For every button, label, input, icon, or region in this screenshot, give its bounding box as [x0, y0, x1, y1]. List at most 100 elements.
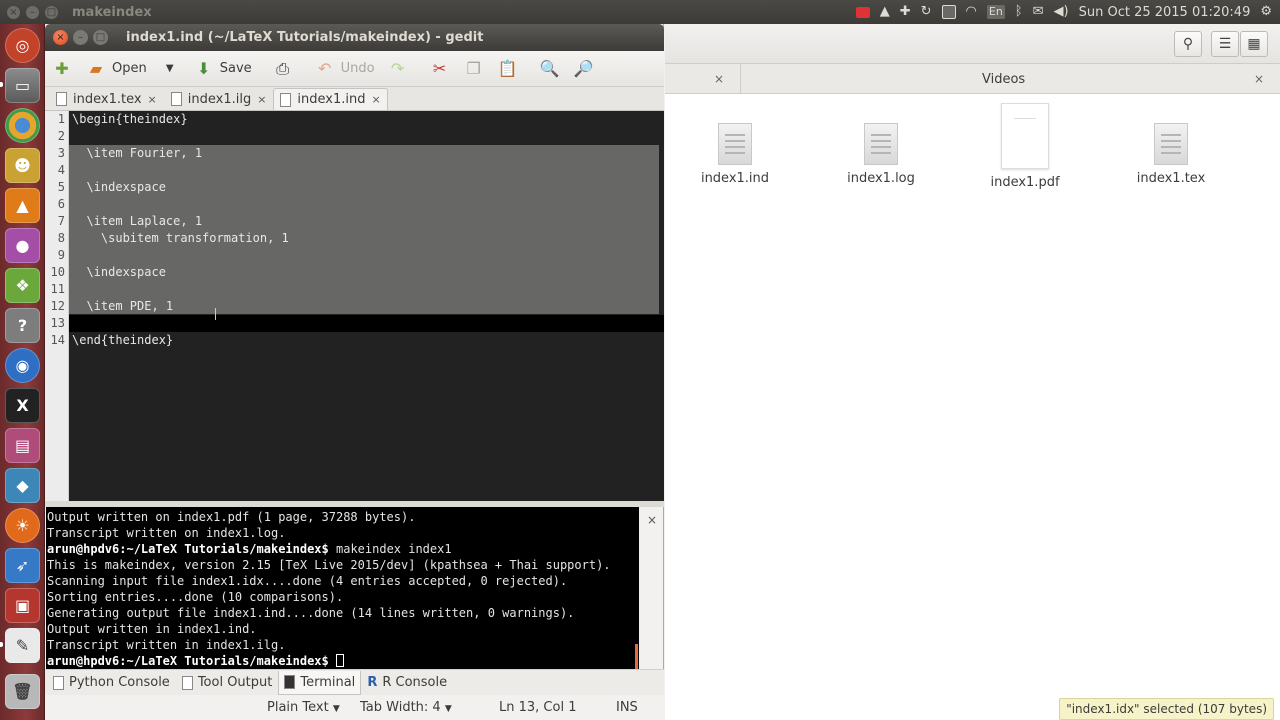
wifi-icon[interactable]: ◠ — [966, 0, 977, 24]
clock[interactable]: Sun Oct 25 2015 01:20:49 — [1079, 5, 1251, 20]
terminal-scrollbar[interactable] — [635, 644, 638, 669]
apps-icon[interactable]: ❖ — [5, 268, 40, 303]
puzzle-icon[interactable]: ✚ — [900, 0, 911, 24]
grid-view-icon[interactable]: ▦ — [1240, 31, 1268, 57]
line-number: 7 — [57, 214, 65, 228]
r-icon: R — [367, 675, 378, 690]
close-icon[interactable]: × — [372, 93, 381, 106]
chromium-icon[interactable] — [5, 108, 40, 143]
dropbox-icon[interactable]: ▲ — [880, 0, 890, 24]
text-editor-icon[interactable]: ✎ — [5, 628, 40, 663]
code-area[interactable]: \begin{theindex} \item Fourier, 1 \index… — [69, 111, 664, 501]
line-number: 5 — [57, 180, 65, 194]
replace-button[interactable]: 🔎 — [567, 54, 601, 84]
new-button[interactable]: ✚ — [45, 54, 79, 84]
terminal-text: makeindex index1 — [328, 542, 452, 556]
mail-icon[interactable]: ✉ — [1033, 0, 1044, 24]
terminal-cursor — [336, 654, 344, 667]
tab-videos[interactable]: Videos — [982, 64, 1025, 94]
tool-icon — [181, 675, 193, 690]
tab-index1-tex[interactable]: index1.tex × — [49, 88, 164, 110]
file-index1-tex[interactable]: index1.tex — [1111, 123, 1231, 186]
recorder-icon[interactable] — [855, 6, 870, 18]
bluetooth-icon[interactable]: ᛒ — [1015, 0, 1023, 24]
top-panel: × – □ makeindex ▲ ✚ ↻ ◠ En ᛒ ✉ ◀) Sun Oc… — [0, 0, 1280, 24]
vlc-icon[interactable]: ▲ — [5, 188, 40, 223]
close-icon[interactable]: × — [647, 513, 657, 527]
folder-icon: ▰ — [89, 59, 103, 78]
trash-icon[interactable]: 🗑 — [5, 674, 40, 709]
line-number: 13 — [50, 316, 65, 330]
close-icon[interactable]: × — [1254, 72, 1264, 86]
update-icon[interactable]: ↻ — [921, 0, 932, 24]
calendar-app-icon[interactable]: ▤ — [5, 428, 40, 463]
fish-app-icon[interactable]: ➶ — [5, 548, 40, 583]
terminal-line: arun@hpdv6:~/LaTeX Tutorials/makeindex$ … — [47, 541, 452, 557]
terminal-text: Output written on index1.pdf (1 page, 37… — [47, 510, 416, 524]
launcher: ◎ ▭ ☻ ▲ ● ❖ ? ◉ X ▤ ◆ ☀ ➶ ▣ ✎ 🗑 — [0, 24, 45, 720]
blue-app-icon[interactable]: ◉ — [5, 348, 40, 383]
keyboard-layout-icon[interactable]: En — [986, 5, 1005, 19]
text-editor[interactable]: 1 2 3 4 5 6 7 8 9 10 11 12 13 14 \begin{theindex} \it… — [45, 111, 664, 501]
tab-tool-output[interactable]: Tool Output — [176, 671, 279, 695]
gedit-window: × – □ index1.ind (~/LaTeX Tutorials/make… — [45, 24, 664, 720]
close-icon[interactable]: × — [53, 30, 68, 45]
terminal-icon — [284, 675, 296, 689]
search-button[interactable]: 🔍 — [533, 54, 567, 84]
chevron-down-icon: ▼ — [444, 704, 452, 714]
gear-icon[interactable]: ⚙ — [1260, 0, 1272, 24]
close-icon[interactable]: × — [257, 93, 266, 106]
minimize-icon[interactable]: – — [26, 5, 39, 19]
terminal-text: Transcript written in index1.ilg. — [47, 638, 286, 652]
file-index1-ind[interactable]: index1.ind — [675, 123, 795, 186]
terminal-text: This is makeindex, version 2.15 [TeX Liv… — [47, 558, 611, 572]
tab-r-console[interactable]: R R Console — [361, 671, 453, 695]
print-button[interactable]: ⎙ — [266, 54, 300, 84]
firefox-icon[interactable]: ☀ — [5, 508, 40, 543]
code-line: \item PDE, 1 — [72, 299, 174, 313]
open-recent-dropdown[interactable]: ▼ — [153, 54, 187, 84]
tab-width-selector[interactable]: Tab Width: 4 ▼ — [360, 700, 452, 715]
language-selector[interactable]: Plain Text ▼ — [267, 700, 340, 715]
copy-button[interactable]: ❐ — [457, 54, 491, 84]
file-index1-log[interactable]: index1.log — [821, 123, 941, 186]
printer-icon: ⎙ — [276, 58, 290, 78]
gimp-icon[interactable]: ☻ — [5, 148, 40, 183]
cut-button[interactable]: ✂ — [423, 54, 457, 84]
ubuntu-dash-icon[interactable]: ◎ — [5, 28, 40, 63]
save-button[interactable]: ⬇ Save — [187, 54, 258, 84]
file-index1-pdf[interactable]: index1.pdf — [965, 103, 1085, 190]
tab-python-console[interactable]: Python Console — [47, 671, 176, 695]
clipboard-icon[interactable] — [941, 5, 956, 19]
current-line-highlight — [69, 315, 664, 332]
list-view-icon[interactable]: ☰ — [1211, 31, 1239, 57]
paste-button[interactable]: 📋 — [491, 54, 525, 84]
tab-terminal[interactable]: Terminal — [278, 670, 362, 695]
tab-index1-ind[interactable]: index1.ind × — [273, 88, 388, 110]
close-icon[interactable]: × — [148, 93, 157, 106]
screen-recorder-icon[interactable]: ● — [5, 228, 40, 263]
file-view[interactable]: index1.ind index1.log index1.pdf index1.… — [665, 95, 1280, 720]
undo-icon: ↶ — [317, 59, 332, 78]
maximize-icon[interactable]: □ — [93, 30, 108, 45]
scissors-icon: ✂ — [432, 59, 447, 78]
line-number-gutter: 1 2 3 4 5 6 7 8 9 10 11 12 13 14 — [45, 111, 69, 501]
terminal-x-icon[interactable]: X — [5, 388, 40, 423]
status-bar: Plain Text ▼ Tab Width: 4 ▼ Ln 13, Col 1… — [45, 695, 664, 720]
help-icon[interactable]: ? — [5, 308, 40, 343]
cube-app-icon[interactable]: ◆ — [5, 468, 40, 503]
files-icon[interactable]: ▭ — [5, 68, 40, 103]
close-icon[interactable]: × — [714, 72, 724, 86]
presentation-icon[interactable]: ▣ — [5, 588, 40, 623]
redo-button[interactable]: ↷ — [381, 54, 415, 84]
open-button[interactable]: ▰ Open — [79, 54, 153, 84]
undo-button[interactable]: ↶ Undo — [308, 54, 381, 84]
close-icon[interactable]: × — [7, 5, 20, 19]
tab-index1-ilg[interactable]: index1.ilg × — [164, 88, 274, 110]
minimize-icon[interactable]: – — [73, 30, 88, 45]
volume-icon[interactable]: ◀) — [1054, 0, 1069, 24]
gedit-titlebar[interactable]: × – □ index1.ind (~/LaTeX Tutorials/make… — [45, 24, 664, 51]
search-icon[interactable]: ⚲ — [1174, 31, 1202, 57]
maximize-icon[interactable]: □ — [45, 5, 58, 19]
terminal[interactable]: Output written on index1.pdf (1 page, 37… — [46, 507, 639, 669]
